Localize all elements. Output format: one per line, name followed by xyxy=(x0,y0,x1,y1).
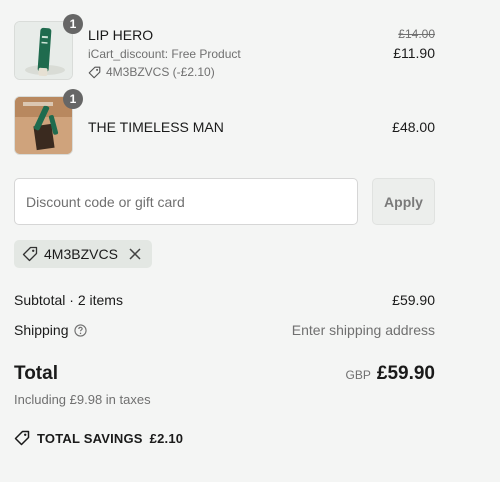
subtotal-value: £59.90 xyxy=(392,292,435,308)
shipping-label: Shipping xyxy=(14,322,69,338)
help-question-icon[interactable] xyxy=(73,323,87,337)
tag-icon xyxy=(14,430,30,446)
product-name: LIP HERO xyxy=(88,27,154,43)
product-thumbnail: 1 xyxy=(14,14,83,80)
apply-discount-button[interactable]: Apply xyxy=(372,178,435,225)
shipping-row: Shipping Enter shipping address xyxy=(14,322,435,338)
item-price: £48.00 xyxy=(392,119,435,135)
shipping-value: Enter shipping address xyxy=(291,322,435,338)
line-item-lip-hero: 1 LIP HERO iCart_discount: Free Product … xyxy=(14,14,435,81)
discounted-price: £11.90 xyxy=(393,45,435,61)
total-savings: TOTAL SAVINGS £2.10 xyxy=(14,430,183,446)
total-value: £59.90 xyxy=(376,363,435,384)
lip-balm-tube-image xyxy=(25,27,65,77)
tag-icon xyxy=(22,246,38,262)
original-price: £14.00 xyxy=(398,27,435,41)
currency-code: GBP xyxy=(345,368,371,382)
tag-icon xyxy=(88,66,101,78)
subtotal-row: Subtotal · 2 items £59.90 xyxy=(14,292,435,308)
discount-code-amount: 4M3BZVCS (-£2.10) xyxy=(106,65,215,79)
total-label: Total xyxy=(14,363,58,384)
discount-code-input[interactable] xyxy=(14,178,358,225)
remove-discount-close-icon[interactable] xyxy=(128,247,142,261)
discount-note: iCart_discount: Free Product xyxy=(88,47,241,61)
product-set-image xyxy=(15,97,72,154)
savings-label: TOTAL SAVINGS xyxy=(37,430,143,446)
applied-discount-line: 4M3BZVCS (-£2.10) xyxy=(88,65,215,79)
quantity-badge: 1 xyxy=(63,89,83,109)
applied-discount-chip: 4M3BZVCS xyxy=(14,240,152,268)
line-item-timeless-man: 1 THE TIMELESS MAN £48.00 xyxy=(14,89,435,156)
total-row: Total GBP £59.90 xyxy=(14,363,435,389)
taxes-note: Including £9.98 in taxes xyxy=(14,392,151,407)
applied-code-label: 4M3BZVCS xyxy=(44,246,118,262)
quantity-badge: 1 xyxy=(63,14,83,34)
product-thumbnail: 1 xyxy=(14,89,83,155)
product-name: THE TIMELESS MAN xyxy=(88,119,224,135)
subtotal-label: Subtotal · 2 items xyxy=(14,292,123,308)
savings-value: £2.10 xyxy=(149,430,184,446)
